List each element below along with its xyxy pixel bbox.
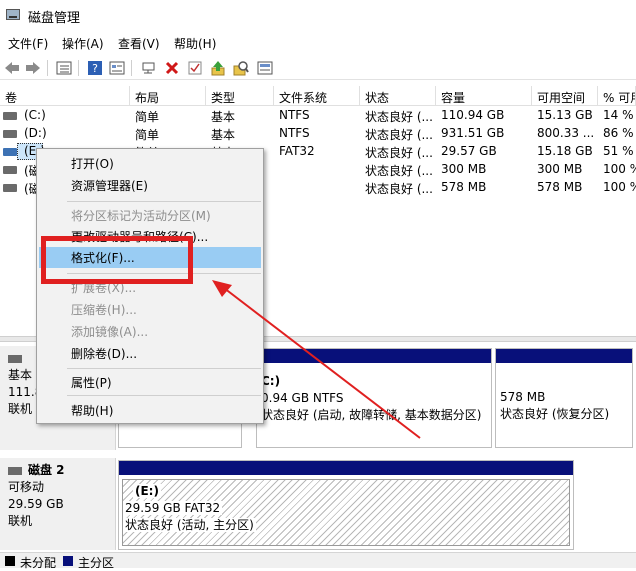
menu-item-add-mirror[interactable]: 添加镜像(A)... [39,321,261,342]
disk-2-size: 29.59 GB [8,497,64,511]
primary-swatch [63,556,73,566]
disk-management-icon [6,9,20,20]
partition-e-label: (E:) [133,484,161,498]
toolbar: ? [0,56,636,80]
search-icon[interactable] [232,59,250,77]
partition-e-size: 29.59 GB FAT32 [123,501,223,515]
menu-file[interactable]: 文件(F) [8,35,48,52]
column-header-percent-free[interactable]: % 可用 [598,86,636,106]
menu-item-explorer[interactable]: 资源管理器(E) [39,175,261,196]
column-header-capacity[interactable]: 容量 [436,86,532,106]
wizard-icon[interactable] [256,59,274,77]
menu-item-shrink[interactable]: 压缩卷(H)... [39,299,261,320]
forward-arrow-icon[interactable] [24,59,42,77]
context-menu: 打开(O) 资源管理器(E) 将分区标记为活动分区(M) 更改驱动器号和路径(C… [36,148,264,424]
toolbar-separator [78,60,79,76]
partition-c-status: 状态良好 (启动, 故障转储, 基本数据分区) [261,408,482,422]
menu-item-properties[interactable]: 属性(P) [39,372,261,393]
partition-recovery-size: 578 MB [500,390,546,404]
partition-recovery-status: 状态良好 (恢复分区) [500,407,610,421]
window-title: 磁盘管理 [28,11,81,26]
removable-volume-icon [3,148,17,156]
legend: 未分配 主分区 [0,552,636,570]
menu-bar: 文件(F) 操作(A) 查看(V) 帮助(H) [0,32,636,54]
legend-primary: 主分区 [78,556,115,570]
volume-icon [3,184,17,192]
toolbar-separator [131,60,132,76]
partition-c-size: 0.94 GB NTFS [261,391,344,405]
volume-icon [3,166,17,174]
column-header-free-space[interactable]: 可用空间 [532,86,598,106]
partition-recovery[interactable]: 578 MB 状态良好 (恢复分区) [495,348,633,448]
upload-icon[interactable] [209,59,227,77]
column-header-volume[interactable]: 卷 [0,86,130,106]
partition-e[interactable]: (E:) 29.59 GB FAT32 状态良好 (活动, 主分区) [118,460,574,550]
annotation-highlight-box [41,236,193,284]
partition-e-status: 状态良好 (活动, 主分区) [123,518,256,532]
volume-icon [3,112,17,120]
menu-separator [67,368,261,369]
toolbar-separator [47,60,48,76]
disk-icon [8,466,22,475]
table-row[interactable]: (D:) 简单 基本 NTFS 状态良好 (... 931.51 GB 800.… [0,125,636,143]
check-icon[interactable] [186,59,204,77]
column-header-layout[interactable]: 布局 [130,86,206,106]
partition-c-label: C:) [261,374,281,388]
menu-item-help[interactable]: 帮助(H) [39,400,261,421]
title-bar: 磁盘管理 [0,0,636,30]
connect-icon[interactable] [140,59,158,77]
menu-separator [67,201,261,202]
delete-icon[interactable] [163,59,181,77]
partition-c[interactable]: C:) 0.94 GB NTFS 状态良好 (启动, 故障转储, 基本数据分区) [256,348,492,448]
menu-item-delete-volume[interactable]: 删除卷(D)... [39,343,261,364]
back-arrow-icon[interactable] [3,59,21,77]
svg-text:?: ? [92,62,98,75]
column-header-status[interactable]: 状态 [360,86,436,106]
help-icon[interactable]: ? [86,59,104,77]
volume-icon [3,130,17,138]
disk-2-name: 磁盘 2 [28,463,65,477]
legend-unallocated: 未分配 [20,556,57,570]
list-view-icon[interactable] [55,59,73,77]
properties-icon[interactable] [108,59,126,77]
table-row[interactable]: (C:) 简单 基本 NTFS 状态良好 (... 110.94 GB 15.1… [0,107,636,125]
menu-help[interactable]: 帮助(H) [174,35,216,52]
column-header-type[interactable]: 类型 [206,86,274,106]
disk-2-label[interactable]: 磁盘 2 可移动 29.59 GB 联机 [0,458,116,550]
column-header-filesystem[interactable]: 文件系统 [274,86,360,106]
unallocated-swatch [5,556,15,566]
menu-item-open[interactable]: 打开(O) [39,153,261,174]
menu-item-mark-active[interactable]: 将分区标记为活动分区(M) [39,205,261,226]
disk-2-type: 可移动 [8,480,45,494]
disk-2-state: 联机 [8,514,33,528]
menu-action[interactable]: 操作(A) [62,35,104,52]
menu-separator [67,395,261,396]
menu-view[interactable]: 查看(V) [118,35,160,52]
